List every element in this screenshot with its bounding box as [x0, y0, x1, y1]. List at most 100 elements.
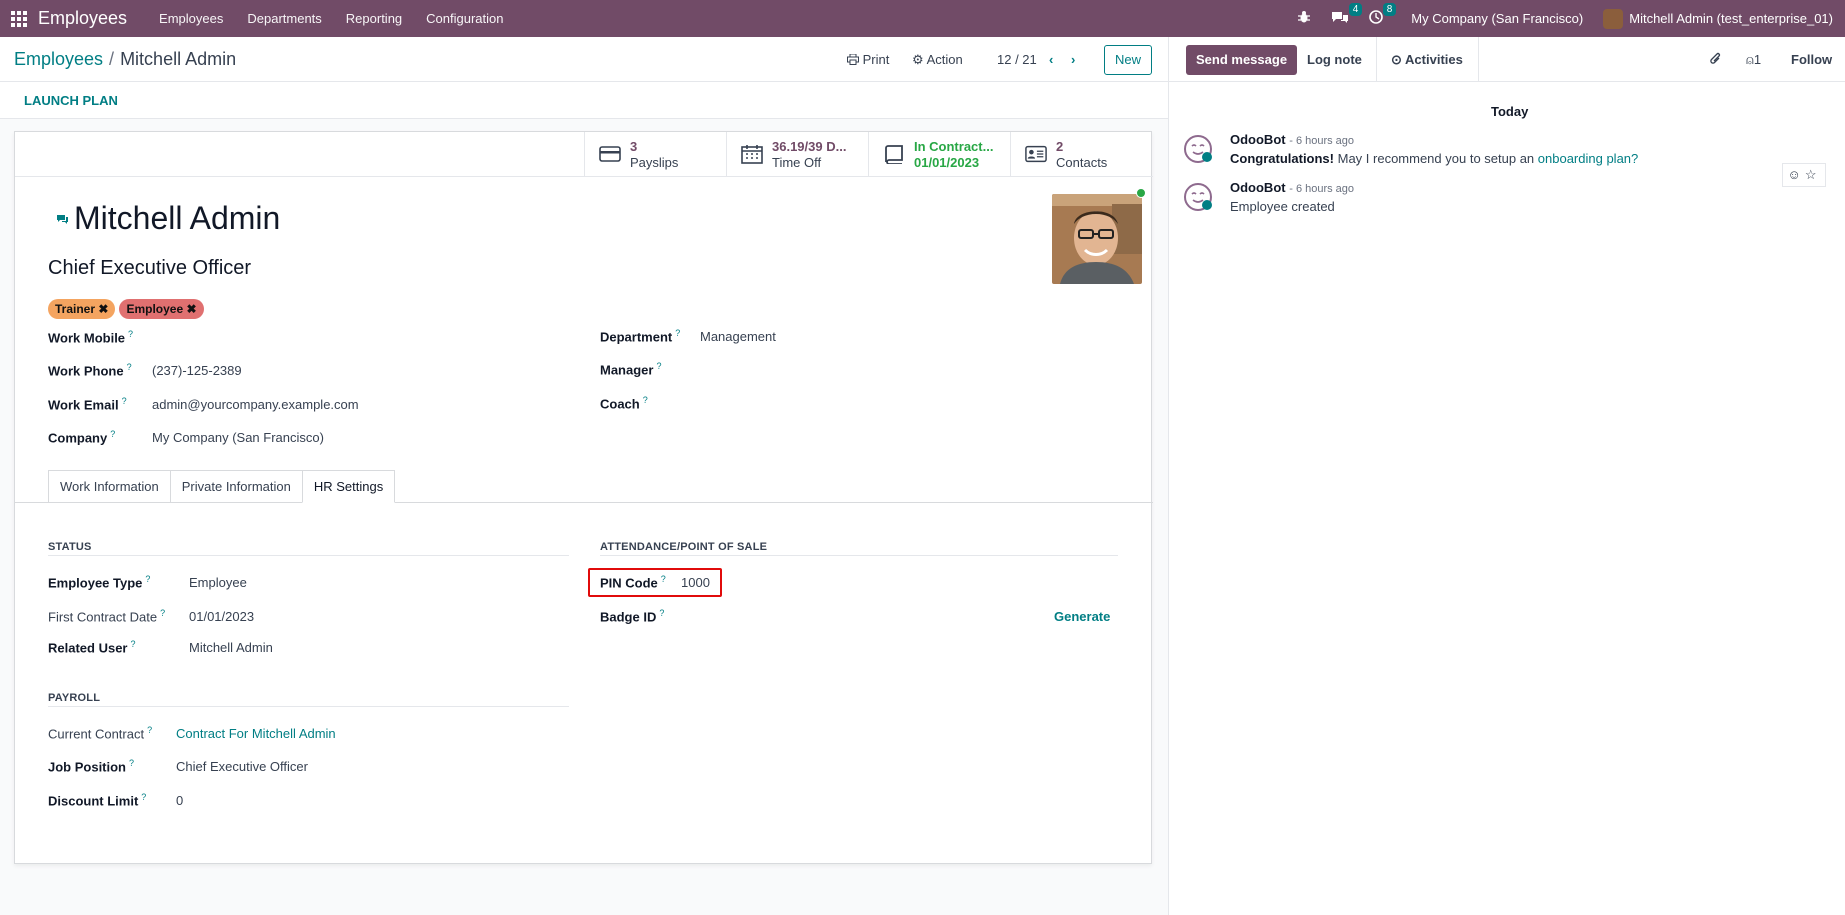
contacts-label: Contacts [1056, 155, 1108, 170]
pager-previous-icon[interactable]: ‹ [1049, 52, 1053, 67]
tag-trainer[interactable]: Trainer ✖ [48, 299, 116, 319]
contacts-count: 2 [1056, 139, 1064, 154]
employee-type-field[interactable]: Employee [189, 575, 247, 590]
paperclip-icon[interactable] [1710, 52, 1722, 69]
contacts-smart-button[interactable]: 2 Contacts [1010, 132, 1153, 176]
breadcrumb: Employees / Mitchell Admin [14, 49, 236, 70]
form-tabs: Work Information Private Information HR … [48, 470, 396, 503]
company-switcher[interactable]: My Company (San Francisco) [1411, 11, 1583, 26]
first-contract-date-field: 01/01/2023 [189, 609, 255, 624]
tab-hr-settings[interactable]: HR Settings [301, 470, 396, 503]
message-author[interactable]: OdooBot - 6 hours ago [1230, 132, 1354, 147]
employee-job-title[interactable]: Chief Executive Officer [48, 257, 251, 280]
messages-icon[interactable]: 4 [1331, 3, 1363, 27]
attendance-section-divider [600, 555, 1118, 556]
current-contract-link[interactable]: Contract For Mitchell Admin [176, 726, 336, 741]
tab-private-information[interactable]: Private Information [169, 470, 302, 503]
onboarding-plan-link[interactable]: onboarding plan? [1538, 151, 1638, 166]
pager-next-icon[interactable]: › [1071, 52, 1075, 67]
control-panel: Employees / Mitchell Admin Print ⚙ Action … [0, 37, 1168, 82]
tab-work-information[interactable]: Work Information [48, 470, 170, 503]
new-button[interactable]: New [1104, 45, 1152, 75]
activities-button[interactable]: ⊙ Activities [1376, 37, 1479, 82]
breadcrumb-employees[interactable]: Employees [14, 49, 103, 69]
tag-trainer-label: Trainer [55, 302, 96, 316]
smart-buttons: 3 Payslips 36.19/39 D... Time Off In Con… [15, 132, 1153, 177]
payroll-section-divider [48, 706, 569, 707]
coach-label: Coach? [600, 395, 648, 412]
send-message-button[interactable]: Send message [1186, 45, 1298, 75]
gear-icon: ⚙ [912, 52, 924, 67]
discount-limit-label: Discount Limit? [48, 792, 147, 809]
print-button[interactable]: Print [847, 52, 889, 67]
work-mobile-label: Work Mobile? [48, 329, 134, 346]
followers-button[interactable]: ⍝1 [1746, 52, 1761, 68]
department-field[interactable]: Management [700, 329, 776, 344]
payslips-label: Payslips [630, 155, 679, 170]
breadcrumb-current: Mitchell Admin [120, 49, 237, 69]
smiley-icon[interactable]: ☺ [1788, 167, 1805, 182]
calendar-icon [741, 145, 763, 164]
menu-reporting[interactable]: Reporting [346, 11, 402, 26]
company-field[interactable]: My Company (San Francisco) [152, 430, 324, 445]
odoobot-avatar [1184, 135, 1212, 163]
apps-menu-icon[interactable] [11, 10, 27, 27]
employee-name[interactable]: Mitchell Admin [74, 200, 280, 237]
menu-employees[interactable]: Employees [159, 11, 223, 26]
print-label: Print [862, 52, 890, 67]
employee-tags[interactable]: Trainer ✖ Employee ✖ [48, 299, 204, 319]
odoobot-avatar [1184, 183, 1212, 211]
menu-departments[interactable]: Departments [247, 11, 321, 26]
user-menu[interactable]: Mitchell Admin (test_enterprise_01) [1629, 11, 1833, 26]
status-bar: LAUNCH PLAN [0, 82, 1168, 119]
form-sheet: 3 Payslips 36.19/39 D... Time Off In Con… [14, 131, 1153, 864]
chat-bubble-icon[interactable] [56, 214, 69, 228]
first-contract-date-label: First Contract Date? [48, 608, 166, 625]
current-contract-label: Current Contract? [48, 725, 153, 742]
payroll-section-header: PAYROLL [48, 692, 101, 704]
online-status-indicator [1136, 188, 1146, 198]
user-avatar[interactable] [1603, 8, 1624, 29]
payslips-smart-button[interactable]: 3 Payslips [584, 132, 726, 176]
employee-type-label: Employee Type? [48, 574, 151, 591]
job-position-label: Job Position? [48, 758, 135, 775]
top-navbar: Employees Employees Departments Reportin… [0, 0, 1845, 37]
log-note-button[interactable]: Log note [1307, 52, 1362, 67]
follow-button[interactable]: Follow [1791, 52, 1832, 67]
menu-configuration[interactable]: Configuration [426, 11, 503, 26]
payslips-count: 3 [630, 139, 638, 154]
pin-code-field[interactable]: 1000 [681, 575, 710, 590]
pager-value[interactable]: 12 / 21 [997, 52, 1037, 67]
message-author[interactable]: OdooBot - 6 hours ago [1230, 180, 1354, 195]
action-label: Action [926, 52, 963, 67]
tag-employee[interactable]: Employee ✖ [119, 299, 204, 319]
work-email-label: Work Email? [48, 396, 127, 413]
user-icon: ⍝ [1746, 52, 1754, 67]
launch-plan-button[interactable]: LAUNCH PLAN [24, 93, 118, 108]
activities-clock-icon[interactable]: 8 [1369, 3, 1397, 27]
messages-badge: 4 [1348, 3, 1363, 16]
department-label: Department? [600, 328, 681, 345]
discount-limit-field[interactable]: 0 [176, 793, 183, 808]
action-button[interactable]: ⚙ Action [912, 52, 963, 68]
remove-tag-icon[interactable]: ✖ [98, 302, 108, 316]
generate-badge-button[interactable]: Generate [1054, 609, 1110, 624]
bug-icon[interactable] [1297, 10, 1311, 27]
badge-id-label: Badge ID? [600, 608, 665, 625]
employee-photo[interactable] [1052, 194, 1142, 284]
message-body: Congratulations! May I recommend you to … [1230, 151, 1639, 166]
job-position-field[interactable]: Chief Executive Officer [176, 759, 308, 774]
contract-smart-button[interactable]: In Contract... 01/01/2023 [868, 132, 1010, 176]
credit-card-icon [599, 146, 621, 162]
app-name[interactable]: Employees [38, 8, 127, 29]
timeoff-smart-button[interactable]: 36.19/39 D... Time Off [726, 132, 868, 176]
related-user-field[interactable]: Mitchell Admin [189, 640, 273, 655]
work-phone-field[interactable]: (237)-125-2389 [152, 363, 242, 378]
breadcrumb-separator: / [109, 49, 115, 69]
remove-tag-icon[interactable]: ✖ [186, 302, 196, 316]
work-email-field[interactable]: admin@yourcompany.example.com [152, 397, 359, 412]
star-icon[interactable]: ☆ [1805, 167, 1821, 182]
print-icon [847, 53, 859, 65]
activities-label: Activities [1405, 52, 1463, 67]
followers-count: 1 [1753, 52, 1762, 67]
